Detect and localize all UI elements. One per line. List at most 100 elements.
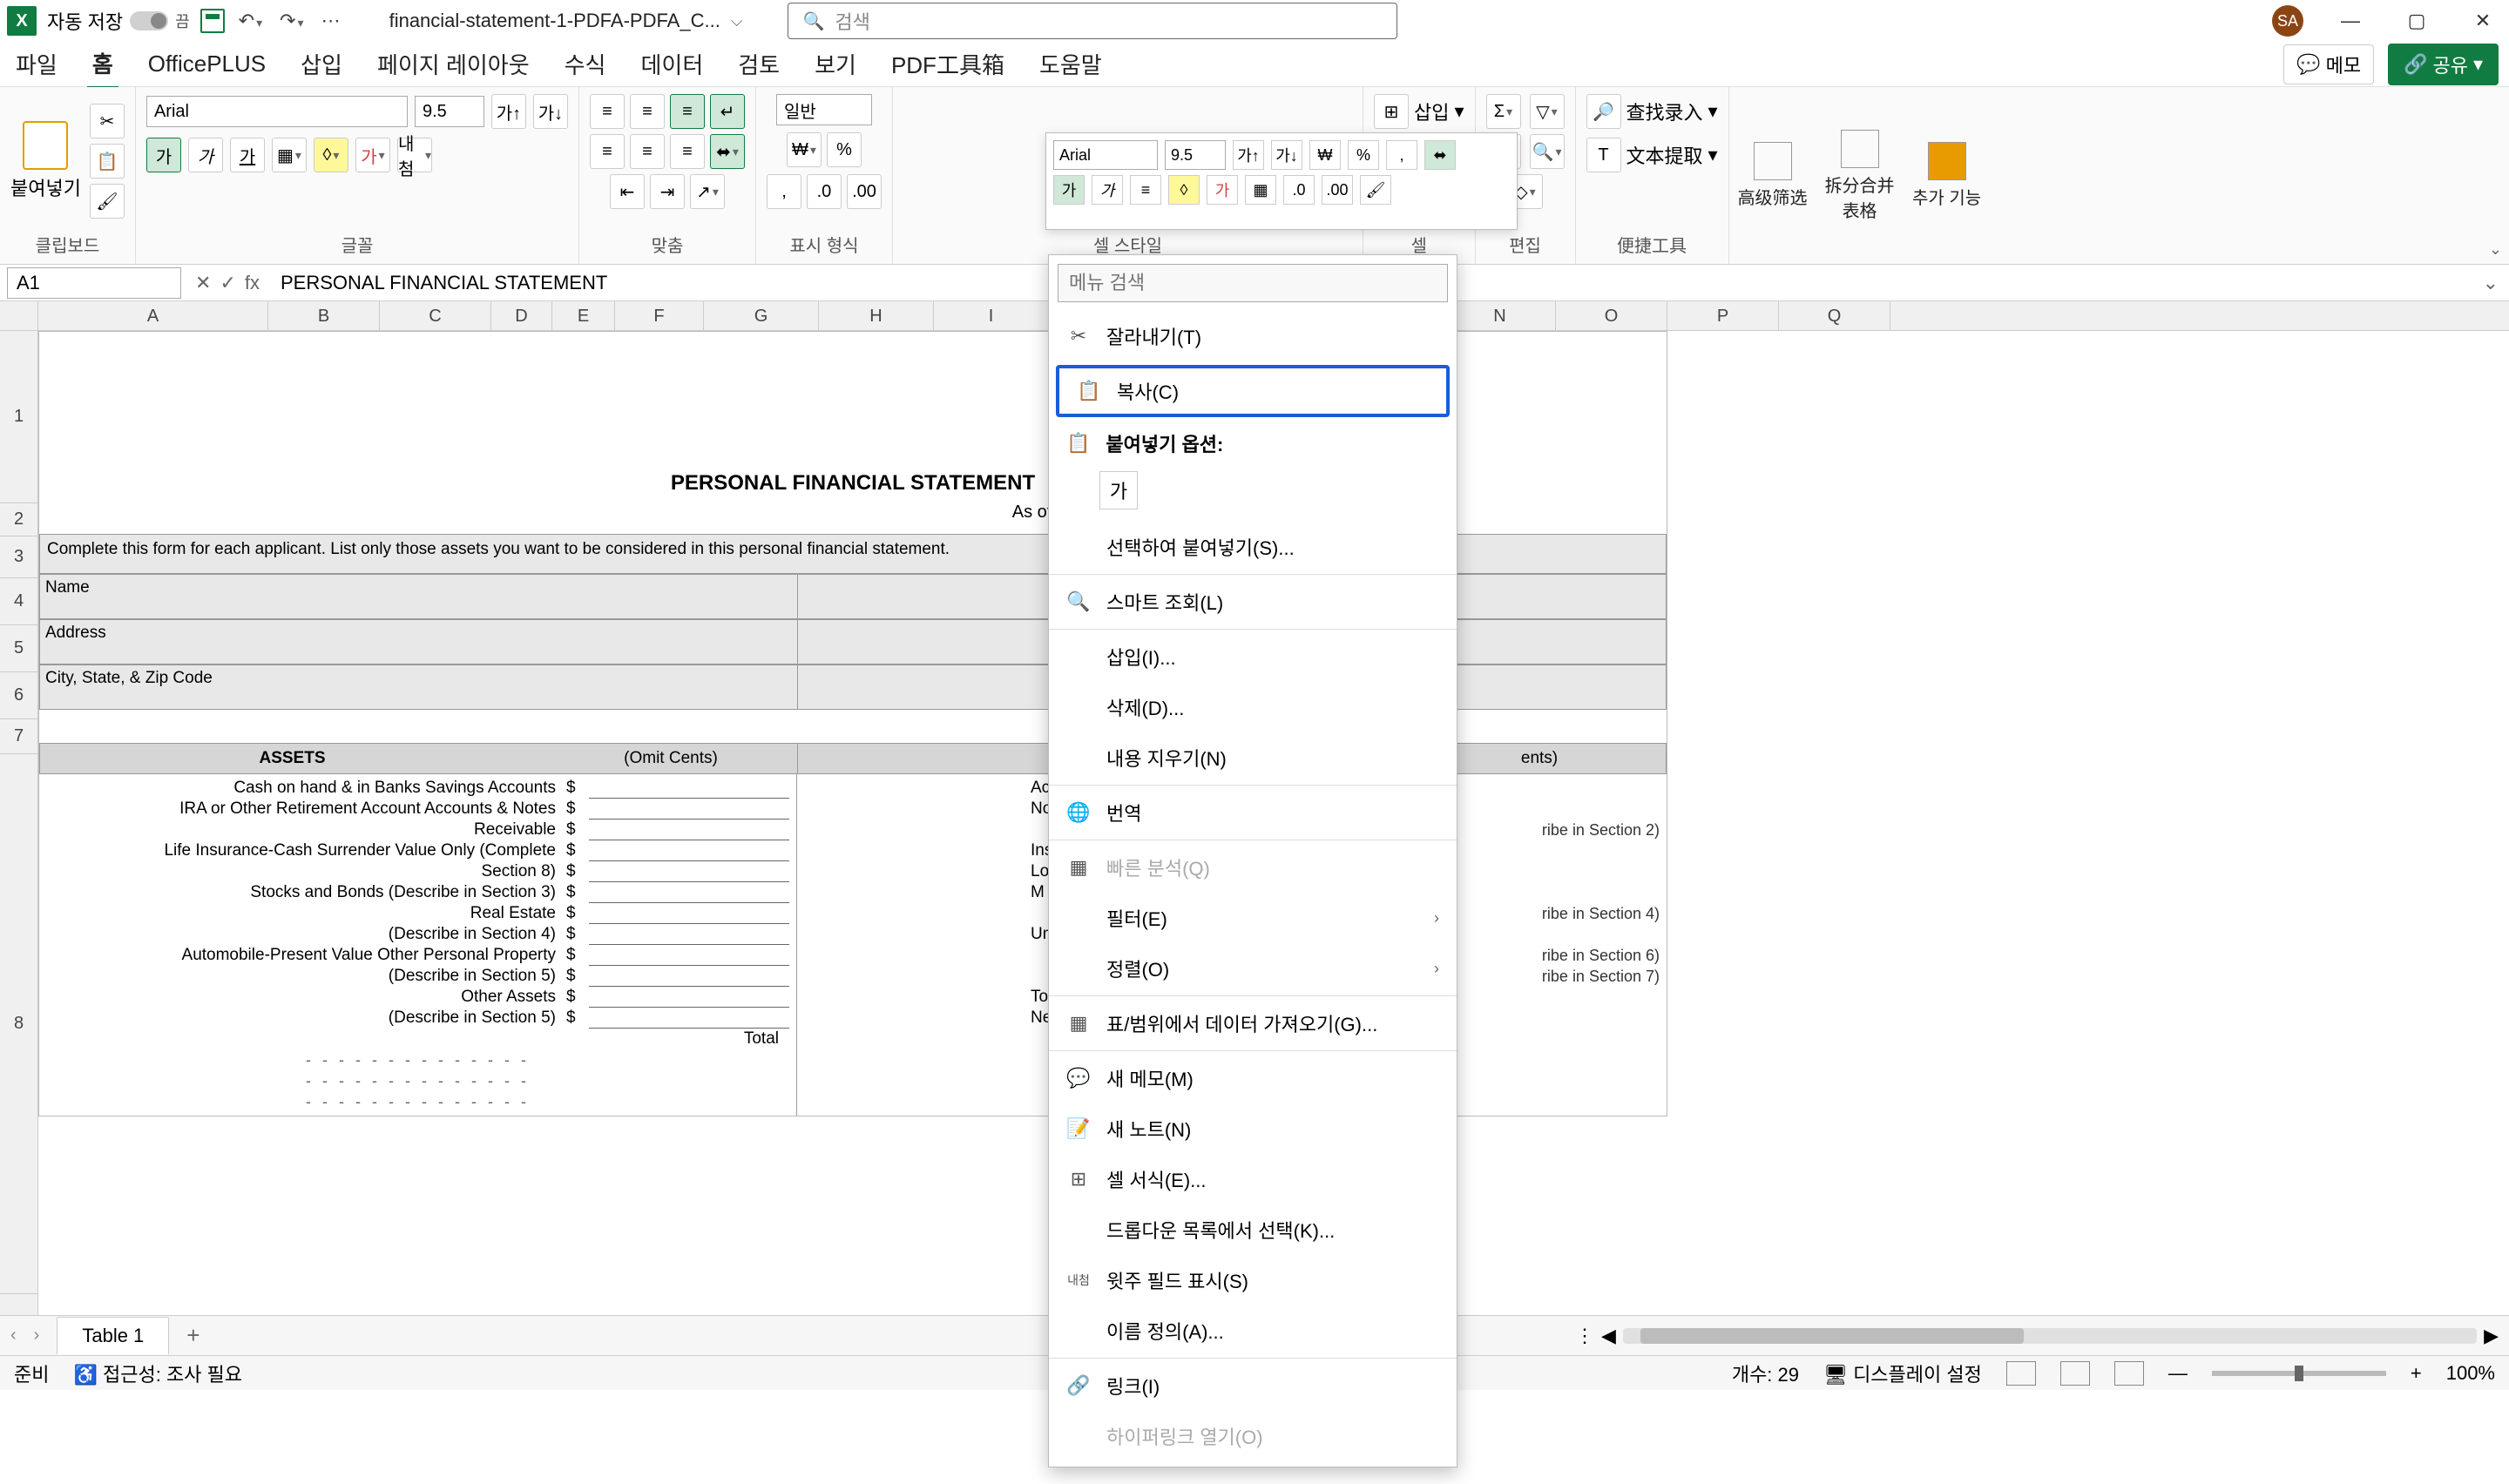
memo-button[interactable]: 💬 메모: [2283, 44, 2374, 84]
cm-translate[interactable]: 🌐번역: [1049, 787, 1457, 838]
phonetic-button[interactable]: 내첨: [397, 138, 432, 172]
mini-align[interactable]: ≡: [1130, 175, 1161, 205]
mini-percent[interactable]: %: [1348, 140, 1379, 170]
col-header-H[interactable]: H: [819, 301, 934, 330]
col-header-B[interactable]: B: [268, 301, 380, 330]
bold-button[interactable]: 가: [146, 138, 181, 172]
merge-icon[interactable]: ⬌: [710, 134, 745, 169]
row-header[interactable]: 1: [0, 331, 37, 503]
find-input-icon[interactable]: 🔎: [1586, 94, 1621, 129]
mini-fontcolor[interactable]: 가: [1207, 175, 1238, 205]
cm-format-cells[interactable]: ⊞셀 서식(E)...: [1049, 1154, 1457, 1204]
status-accessibility[interactable]: ♿ 접근성: 조사 필요: [73, 1359, 242, 1387]
row-header[interactable]: 7: [0, 719, 37, 754]
col-header-G[interactable]: G: [704, 301, 819, 330]
tab-pagelayout[interactable]: 페이지 레이아웃: [372, 41, 535, 87]
zoom-out[interactable]: —: [2168, 1362, 2188, 1385]
mini-currency[interactable]: ₩: [1309, 140, 1341, 170]
dec-decimal-icon[interactable]: .00: [847, 174, 882, 209]
add-sheet[interactable]: +: [186, 1322, 200, 1349]
mini-font-input[interactable]: [1053, 140, 1158, 170]
format-painter-icon[interactable]: 🖌: [90, 184, 125, 219]
autosave-toggle[interactable]: 자동 저장 끔: [47, 7, 190, 35]
cut-icon[interactable]: ✂: [90, 104, 125, 138]
cm-filter[interactable]: 필터(E)›: [1049, 893, 1457, 943]
chevron-down-icon[interactable]: ▾: [1454, 100, 1464, 123]
font-color-button[interactable]: 가: [355, 138, 390, 172]
col-header-C[interactable]: C: [380, 301, 491, 330]
mini-border[interactable]: ▦: [1245, 175, 1276, 205]
cm-paste-special[interactable]: 선택하여 붙여넣기(S)...: [1049, 522, 1457, 572]
align-left-icon[interactable]: ≡: [590, 134, 625, 169]
tab-home[interactable]: 홈: [87, 40, 118, 89]
tab-pdf[interactable]: PDF工具箱: [886, 41, 1010, 87]
tab-review[interactable]: 검토: [733, 41, 785, 87]
border-button[interactable]: ▦: [272, 138, 307, 172]
tab-insert[interactable]: 삽입: [295, 41, 348, 87]
h-scrollbar[interactable]: ⋮ ◀ ▶: [1575, 1327, 2499, 1345]
sheet-next[interactable]: ›: [34, 1325, 40, 1346]
cm-cut[interactable]: ✂잘라내기(T): [1049, 311, 1457, 361]
cm-new-comment[interactable]: 💬새 메모(M): [1049, 1053, 1457, 1103]
comma-icon[interactable]: ,: [767, 174, 801, 209]
save-icon[interactable]: [200, 9, 225, 33]
italic-button[interactable]: 가: [188, 138, 223, 172]
search-box[interactable]: 🔍 검색: [788, 3, 1397, 39]
orientation-icon[interactable]: ↗: [690, 174, 725, 209]
cm-copy[interactable]: 📋복사(C): [1056, 365, 1450, 417]
cm-dropdown-list[interactable]: 드롭다운 목록에서 선택(K)...: [1049, 1204, 1457, 1255]
inc-decimal-icon[interactable]: .0: [807, 174, 842, 209]
cm-insert[interactable]: 삽입(I)...: [1049, 631, 1457, 682]
align-right-icon[interactable]: ≡: [670, 134, 705, 169]
decrease-font-icon[interactable]: 가↓: [533, 94, 568, 129]
cm-clear[interactable]: 내용 지우기(N): [1049, 732, 1457, 783]
view-normal[interactable]: [2006, 1361, 2036, 1386]
collapse-ribbon-icon[interactable]: ⌄: [2489, 240, 2502, 259]
tab-help[interactable]: 도움말: [1034, 41, 1107, 87]
align-top-icon[interactable]: ≡: [590, 94, 625, 129]
adv-filter-button[interactable]: 高级筛选: [1729, 87, 1816, 264]
cm-define-name[interactable]: 이름 정의(A)...: [1049, 1305, 1457, 1356]
fb-cancel-icon[interactable]: ✕: [195, 272, 211, 294]
font-name-input[interactable]: [146, 96, 408, 127]
chevron-down-icon[interactable]: ▾: [1708, 144, 1718, 166]
sheet-prev[interactable]: ‹: [10, 1325, 17, 1346]
indent-inc-icon[interactable]: ⇥: [650, 174, 685, 209]
name-box[interactable]: [7, 267, 181, 299]
paste-button[interactable]: 붙여넣기: [10, 121, 81, 201]
tab-formulas[interactable]: 수식: [559, 41, 612, 87]
zoom-slider[interactable]: [2212, 1371, 2386, 1376]
mini-dec0[interactable]: .0: [1283, 175, 1315, 205]
cm-link[interactable]: 🔗링크(I): [1049, 1360, 1457, 1411]
cm-smart-lookup[interactable]: 🔍스마트 조회(L): [1049, 577, 1457, 627]
row-header[interactable]: 3: [0, 536, 37, 578]
fill-color-button[interactable]: ◊: [314, 138, 348, 172]
font-size-input[interactable]: [415, 96, 484, 127]
sort-filter-icon[interactable]: ▽: [1530, 94, 1565, 129]
select-all-corner[interactable]: [0, 301, 38, 330]
tab-file[interactable]: 파일: [10, 41, 63, 87]
scroll-right-icon[interactable]: ▶: [2484, 1325, 2499, 1347]
scroll-menu-icon[interactable]: ⋮: [1575, 1325, 1594, 1347]
redo-button[interactable]: ↷: [276, 6, 307, 36]
col-header-I[interactable]: I: [934, 301, 1049, 330]
zoom-value[interactable]: 100%: [2446, 1362, 2495, 1385]
tab-officeplus[interactable]: OfficePLUS: [143, 44, 271, 84]
col-header-D[interactable]: D: [491, 301, 552, 330]
underline-button[interactable]: 가: [230, 138, 265, 172]
mini-comma[interactable]: ,: [1386, 140, 1417, 170]
scroll-left-icon[interactable]: ◀: [1601, 1325, 1616, 1347]
cm-sort[interactable]: 정렬(O)›: [1049, 943, 1457, 994]
increase-font-icon[interactable]: 가↑: [491, 94, 526, 129]
col-header-N[interactable]: N: [1444, 301, 1556, 330]
find-icon[interactable]: 🔍: [1530, 134, 1565, 169]
mini-fill[interactable]: ◊: [1168, 175, 1200, 205]
autosum-icon[interactable]: Σ: [1486, 94, 1521, 129]
mini-merge[interactable]: ⬌: [1424, 140, 1456, 170]
row-header[interactable]: 6: [0, 672, 37, 719]
split-merge-button[interactable]: 拆分合并表格: [1816, 87, 1904, 264]
insert-cell-icon[interactable]: ⊞: [1374, 94, 1409, 129]
fb-confirm-icon[interactable]: ✓: [220, 272, 235, 294]
view-pagelayout[interactable]: [2060, 1361, 2090, 1386]
align-mid-icon[interactable]: ≡: [630, 94, 665, 129]
